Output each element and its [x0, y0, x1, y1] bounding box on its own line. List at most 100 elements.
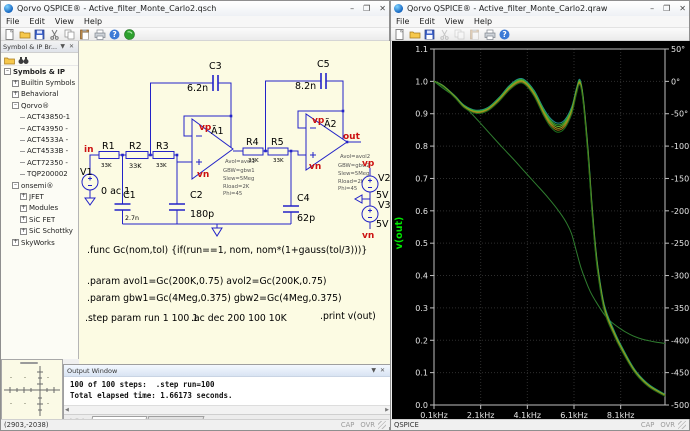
y-left-tick-label: 0.5	[415, 239, 428, 248]
cut-button[interactable]	[438, 28, 451, 40]
maximize-button[interactable]: ❐	[363, 4, 370, 13]
component-R2[interactable]: R2 33K	[125, 141, 149, 170]
save-button[interactable]	[33, 28, 46, 40]
cut-button[interactable]	[48, 28, 61, 40]
tree-item-act43950[interactable]: ACT43950 -	[1, 123, 78, 134]
schematic-svg[interactable]: V1 0 ac 1 in R1 33K R2 33K R3 33K C1 2.7…	[79, 41, 391, 364]
tree-item-act43850-1[interactable]: ACT43850-1	[1, 112, 78, 123]
expand-icon[interactable]: +	[20, 204, 27, 212]
component-C4[interactable]: C4 62p	[283, 193, 315, 224]
chevron-down-icon[interactable]: ▼	[58, 43, 67, 50]
maximize-button[interactable]: ❐	[663, 4, 670, 13]
tree-item-tqp200002[interactable]: TQP200002	[1, 169, 78, 180]
tree-item-jfet[interactable]: + JFET	[1, 191, 78, 202]
print-button[interactable]	[93, 28, 106, 40]
menu-view[interactable]: View	[440, 17, 469, 26]
component-C2[interactable]: C2 180p	[169, 190, 214, 220]
open-folder-icon[interactable]	[4, 50, 15, 69]
component-A2-opamp[interactable]: vp Ã2 vn Avol=avol2 GBW=gbw2 Slew=5Meg R…	[305, 113, 370, 192]
expand-icon[interactable]: +	[20, 227, 27, 235]
collapse-icon[interactable]: –	[4, 68, 11, 76]
print-button[interactable]	[483, 28, 496, 40]
copy-button[interactable]	[63, 28, 76, 40]
tree-item-builtin-symbols[interactable]: + Builtin Symbols	[1, 77, 78, 88]
y-right-tick-label: -500°	[671, 401, 690, 410]
find-binoculars-icon[interactable]	[18, 50, 29, 69]
close-button[interactable]: ✕	[679, 4, 686, 13]
chevron-down-icon[interactable]: ▼	[369, 367, 378, 374]
splitter-handle[interactable]	[20, 362, 38, 364]
tree-item-behavioral[interactable]: + Behavioral	[1, 89, 78, 100]
expand-icon[interactable]: +	[12, 239, 19, 247]
scroll-left-icon[interactable]: ◀	[65, 407, 69, 413]
tree-item-act4533a[interactable]: ACT4533A -	[1, 134, 78, 145]
save-button[interactable]	[423, 28, 436, 40]
menu-file[interactable]: File	[1, 17, 24, 26]
collapse-icon[interactable]: –	[12, 102, 19, 110]
minimize-button[interactable]: –	[650, 4, 654, 13]
net-label-out: out	[343, 132, 361, 142]
expand-icon[interactable]: +	[20, 216, 27, 224]
tree-item-label: ACT43950 -	[27, 124, 68, 133]
expand-icon[interactable]: +	[12, 79, 19, 87]
svg-text:R4: R4	[246, 137, 259, 148]
component-C5[interactable]: C5 8.2n	[295, 59, 330, 92]
component-A1-opamp[interactable]: vp Ã1 vn Avol=avol1 GBW=gbw1 Slew=5Meg R…	[191, 118, 255, 197]
waveform-plot[interactable]: 1.1 1.0 0.9 0.8 0.7 0.6 0.5 0.4 0.3 0.2 0.1 0.0 50° 0…	[392, 41, 690, 420]
component-V2[interactable]: V2 5V	[361, 173, 391, 201]
schematic-canvas[interactable]: V1 0 ac 1 in R1 33K R2 33K R3 33K C1 2.7…	[79, 41, 391, 364]
new-file-button[interactable]	[3, 28, 16, 40]
minimize-button[interactable]: –	[350, 4, 354, 13]
tree-item-qorvo[interactable]: – Qorvo®	[1, 100, 78, 111]
svg-text:C1: C1	[123, 190, 136, 201]
tree-item-act72350[interactable]: ACT72350 -	[1, 157, 78, 168]
component-R5[interactable]: R5 33K	[267, 137, 289, 164]
output-window-header[interactable]: Output Window ▼ ✕	[64, 365, 390, 377]
tree-item-sic-fet[interactable]: + SiC FET	[1, 214, 78, 225]
menu-file[interactable]: File	[391, 17, 414, 26]
menu-view[interactable]: View	[50, 17, 79, 26]
right-titlebar[interactable]: Qorvo QSPICE® - Active_filter_Monte_Carl…	[391, 1, 689, 16]
close-button[interactable]: ✕	[379, 4, 386, 13]
menu-help[interactable]: Help	[79, 17, 107, 26]
new-file-button[interactable]	[393, 28, 406, 40]
menu-edit[interactable]: Edit	[24, 17, 50, 26]
resize-grip[interactable]	[678, 421, 686, 429]
svg-text:C4: C4	[297, 193, 310, 204]
spice-directives[interactable]: .func Gc(nom,tol) {if(run==1, nom, nom*(…	[85, 245, 376, 324]
close-output-icon[interactable]: ✕	[378, 367, 387, 374]
collapse-icon[interactable]: –	[12, 182, 19, 190]
plot-svg[interactable]: 1.1 1.0 0.9 0.8 0.7 0.6 0.5 0.4 0.3 0.2 0.1 0.0 50° 0…	[392, 41, 690, 420]
qspice-logo-icon	[4, 4, 13, 13]
run-simulation-button[interactable]	[123, 28, 136, 40]
svg-text:33K: 33K	[156, 163, 167, 169]
left-titlebar[interactable]: Qorvo QSPICE® - Active_filter_Monte_Carl…	[1, 1, 389, 16]
tree-item-modules[interactable]: + Modules	[1, 203, 78, 214]
tree-item-label: TQP200002	[27, 170, 68, 179]
paste-button[interactable]	[468, 28, 481, 40]
tree-item-onsemi[interactable]: – onsemi®	[1, 180, 78, 191]
open-file-button[interactable]	[408, 28, 421, 40]
menu-help[interactable]: Help	[469, 17, 497, 26]
tree-item-act4533b[interactable]: ACT4533B -	[1, 146, 78, 157]
tree-item-skyworks[interactable]: + SkyWorks	[1, 237, 78, 248]
expand-icon[interactable]: +	[20, 193, 27, 201]
y-left-tick-label: 0.3	[415, 304, 428, 313]
component-R1[interactable]: R1 33K	[98, 141, 120, 169]
paste-button[interactable]	[78, 28, 91, 40]
help-button[interactable]: ?	[498, 28, 511, 40]
resize-grip[interactable]	[378, 421, 386, 429]
menu-edit[interactable]: Edit	[414, 17, 440, 26]
tree-item-symbols-ip[interactable]: – Symbols & IP	[1, 66, 78, 77]
close-panel-icon[interactable]: ✕	[67, 43, 76, 50]
component-C3[interactable]: C3 6.2n	[187, 61, 222, 94]
component-R3[interactable]: R3 33K	[152, 141, 175, 169]
tree-item-sic-schottky[interactable]: + SiC Schottky	[1, 225, 78, 236]
open-file-button[interactable]	[18, 28, 31, 40]
horizontal-scrollbar[interactable]: ◀ ▶	[64, 405, 390, 414]
scroll-right-icon[interactable]: ▶	[385, 407, 389, 413]
copy-button[interactable]	[453, 28, 466, 40]
help-button[interactable]: ?	[108, 28, 121, 40]
expand-icon[interactable]: +	[12, 90, 19, 98]
component-V3[interactable]: V3 5V	[361, 200, 391, 230]
